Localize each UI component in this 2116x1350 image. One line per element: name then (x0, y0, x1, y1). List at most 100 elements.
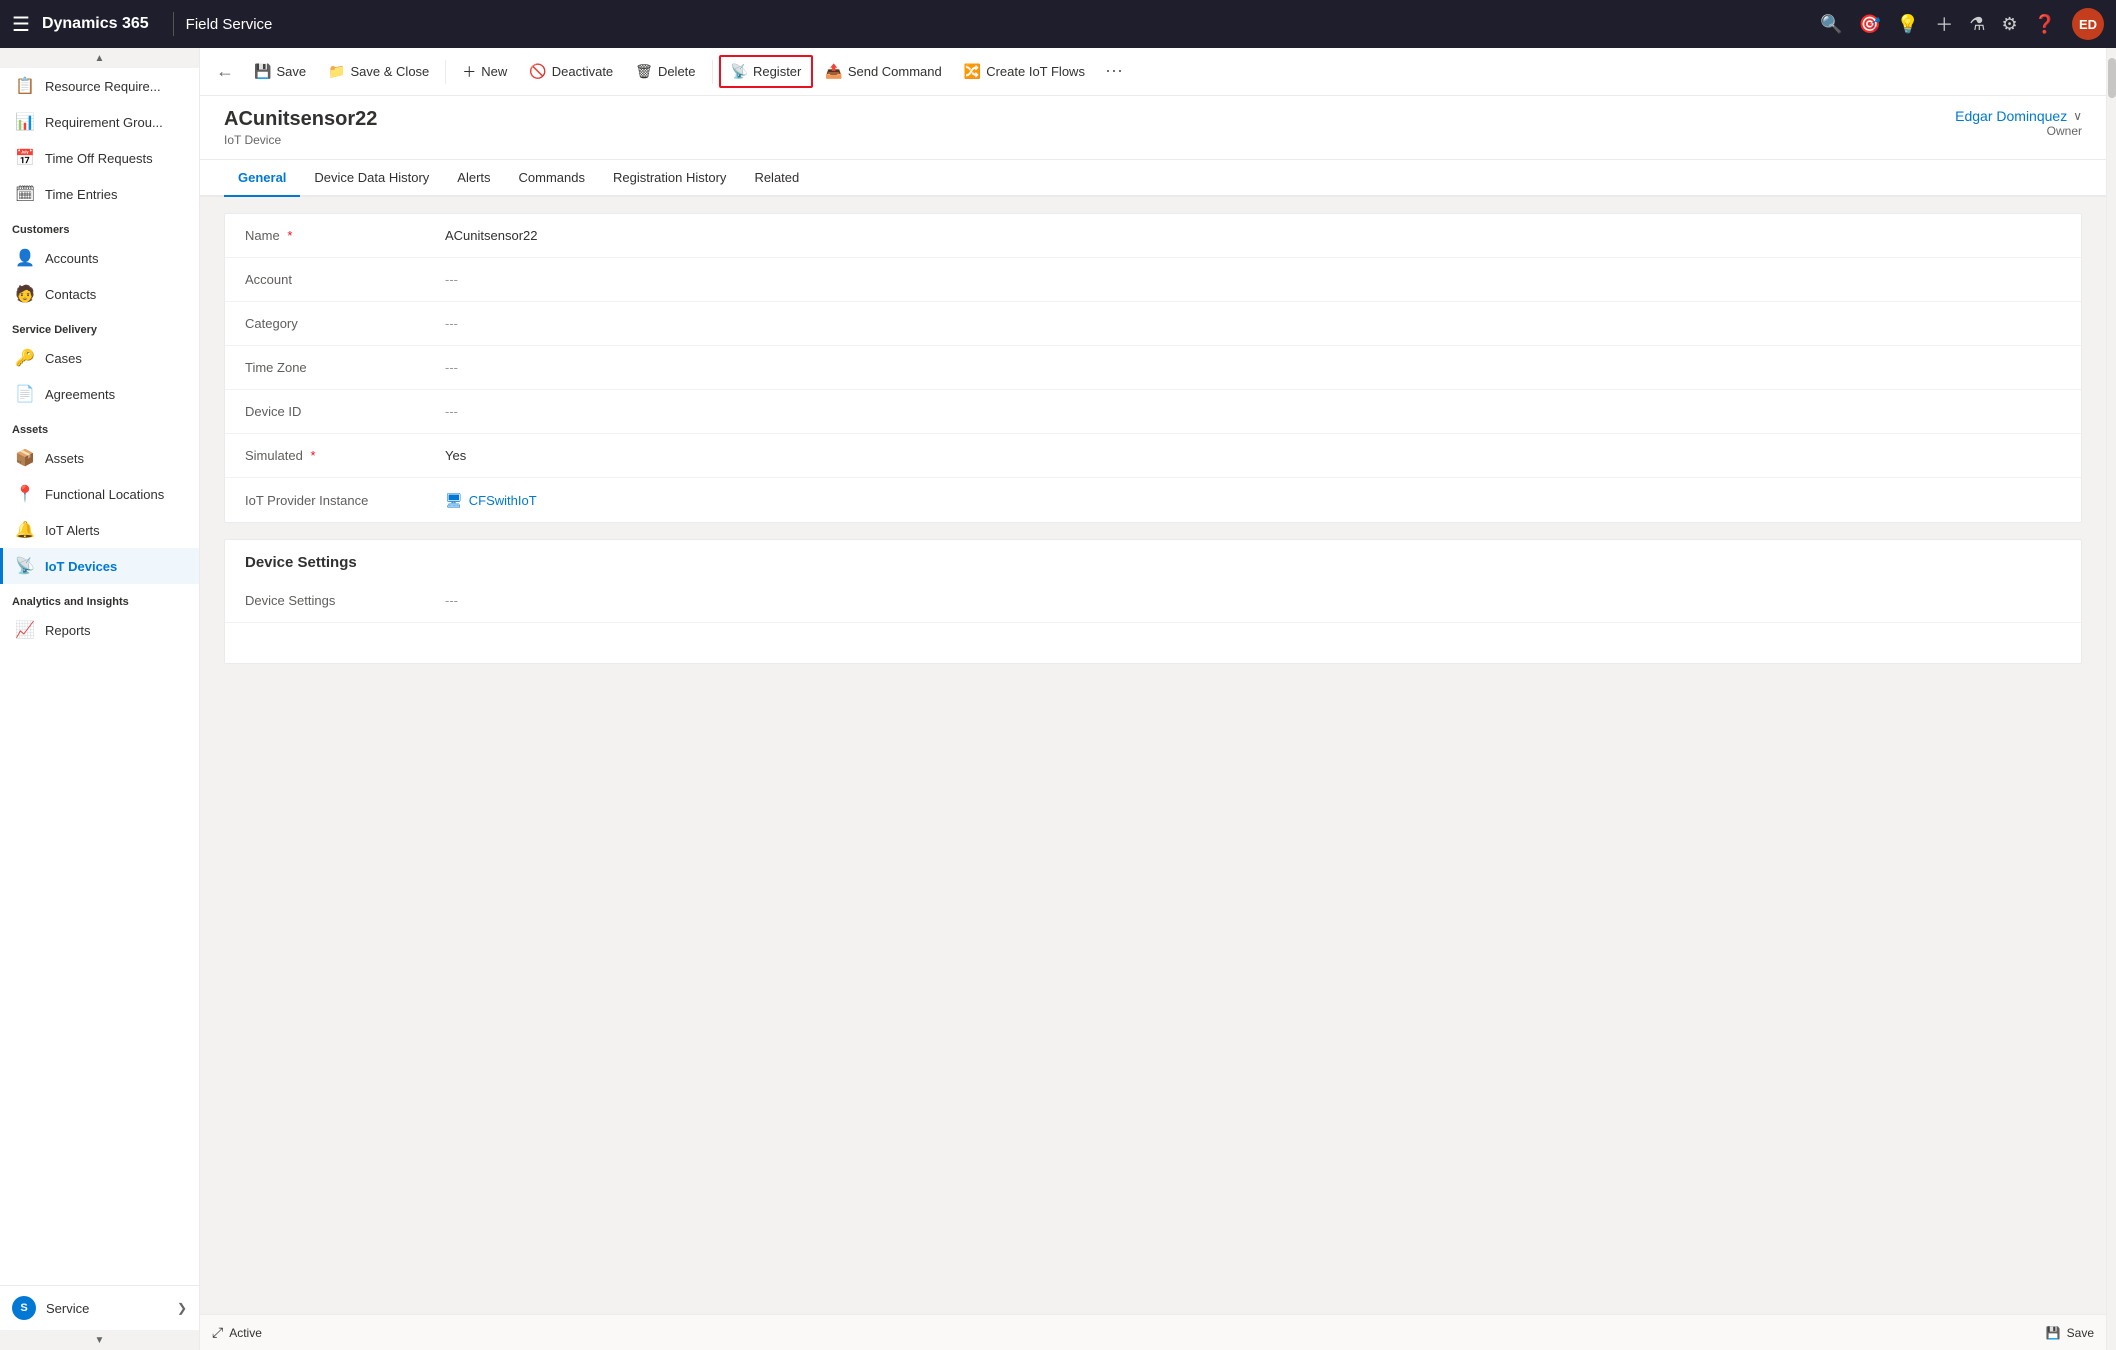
time-off-icon: 📅 (15, 148, 35, 168)
send-command-icon: 📤 (825, 63, 842, 80)
user-avatar[interactable]: ED (2072, 8, 2104, 40)
device-settings-spacer (225, 623, 2081, 663)
create-iot-flows-button[interactable]: 🔀 Create IoT Flows (954, 57, 1095, 86)
required-indicator-simulated: * (310, 448, 315, 463)
tab-general[interactable]: General (224, 160, 300, 197)
new-button[interactable]: ＋ New (452, 56, 517, 88)
sidebar-item-label: IoT Devices (45, 559, 117, 574)
label-simulated: Simulated * (245, 448, 445, 463)
label-category: Category (245, 316, 445, 331)
form-row-name: Name * ACunitsensor22 (225, 214, 2081, 258)
owner-name[interactable]: Edgar Dominquez (1955, 108, 2067, 124)
form-row-iot-provider: IoT Provider Instance 🖥 CFSwithIoT (225, 478, 2081, 522)
tab-alerts[interactable]: Alerts (443, 160, 504, 197)
sidebar-item-assets[interactable]: 📦 Assets (0, 440, 199, 476)
sidebar-item-label: Time Off Requests (45, 151, 153, 166)
deactivate-button[interactable]: 🚫 Deactivate (519, 57, 623, 86)
iot-flows-icon: 🔀 (964, 63, 981, 80)
search-icon[interactable]: 🔍 (1820, 14, 1842, 35)
settings-icon[interactable]: ⚙ (2001, 14, 2017, 35)
iot-devices-icon: 📡 (15, 556, 35, 576)
target-icon[interactable]: 🎯 (1858, 14, 1880, 35)
hamburger-menu-icon[interactable]: ☰ (12, 12, 30, 37)
required-indicator-name: * (287, 228, 292, 243)
sidebar-item-label: Resource Require... (45, 79, 161, 94)
sidebar-scroll-up[interactable]: ▲ (0, 48, 199, 68)
status-bar: ⤢ Active 💾 Save (200, 1314, 2106, 1350)
save-close-button[interactable]: 📁 Save & Close (318, 57, 439, 86)
status-text: Active (229, 1326, 262, 1340)
tab-commands[interactable]: Commands (505, 160, 599, 197)
sidebar-item-requirement-group[interactable]: 📊 Requirement Grou... (0, 104, 199, 140)
value-device-settings[interactable]: --- (445, 593, 2061, 608)
sidebar-item-time-entries[interactable]: 🗓 Time Entries (0, 176, 199, 212)
sidebar-item-label: Reports (45, 623, 91, 638)
sidebar-item-agreements[interactable]: 📄 Agreements (0, 376, 199, 412)
form-row-device-id: Device ID --- (225, 390, 2081, 434)
value-account[interactable]: --- (445, 272, 2061, 287)
record-header: ACunitsensor22 IoT Device Edgar Dominque… (200, 96, 2106, 160)
sidebar-item-iot-devices[interactable]: 📡 IoT Devices (0, 548, 199, 584)
status-expand-icon[interactable]: ⤢ (212, 1324, 223, 1341)
top-navigation: ☰ Dynamics 365 Field Service 🔍 🎯 💡 ＋ ⚗ ⚙… (0, 0, 2116, 48)
back-button[interactable]: ← (208, 55, 242, 88)
value-category[interactable]: --- (445, 316, 2061, 331)
sidebar-item-time-off-requests[interactable]: 📅 Time Off Requests (0, 140, 199, 176)
functional-locations-icon: 📍 (15, 484, 35, 504)
label-account: Account (245, 272, 445, 287)
device-settings-title: Device Settings (225, 540, 2081, 579)
sidebar-scroll-down[interactable]: ▼ (0, 1330, 199, 1350)
requirement-group-icon: 📊 (15, 112, 35, 132)
sidebar-section-assets: 📦 Assets 📍 Functional Locations 🔔 IoT Al… (0, 440, 199, 584)
nav-icons: 🔍 🎯 💡 ＋ ⚗ ⚙ ❓ ED (1820, 8, 2104, 40)
sidebar-item-iot-alerts[interactable]: 🔔 IoT Alerts (0, 512, 199, 548)
save-button[interactable]: 💾 Save (244, 57, 316, 86)
sidebar-item-label: Contacts (45, 287, 96, 302)
status-save-label: Save (2067, 1326, 2094, 1340)
tab-device-data-history[interactable]: Device Data History (300, 160, 443, 197)
value-timezone[interactable]: --- (445, 360, 2061, 375)
add-icon[interactable]: ＋ (1935, 11, 1953, 37)
value-iot-provider[interactable]: 🖥 CFSwithIoT (445, 492, 2061, 509)
delete-button[interactable]: 🗑 Delete (625, 57, 705, 86)
lightbulb-icon[interactable]: 💡 (1897, 14, 1919, 35)
new-icon: ＋ (462, 62, 476, 82)
service-chevron-icon: ❯ (177, 1301, 187, 1315)
status-save-button[interactable]: 💾 Save (2046, 1326, 2094, 1340)
sidebar-item-accounts[interactable]: 👤 Accounts (0, 240, 199, 276)
owner-label: Owner (1955, 124, 2082, 138)
sidebar-section-scheduling: 📋 Resource Require... 📊 Requirement Grou… (0, 68, 199, 212)
record-subtitle: IoT Device (224, 133, 377, 147)
sidebar-item-reports[interactable]: 📈 Reports (0, 612, 199, 648)
register-button[interactable]: 📡 Register (719, 55, 814, 88)
sidebar-item-service[interactable]: S Service ❯ (0, 1285, 199, 1330)
agreements-icon: 📄 (15, 384, 35, 404)
value-name[interactable]: ACunitsensor22 (445, 228, 2061, 243)
tabs-bar: General Device Data History Alerts Comma… (200, 160, 2106, 197)
sidebar-item-label: Accounts (45, 251, 98, 266)
sidebar-item-contacts[interactable]: 🧑 Contacts (0, 276, 199, 312)
owner-chevron-icon[interactable]: ∨ (2073, 109, 2082, 123)
iot-alerts-icon: 🔔 (15, 520, 35, 540)
save-icon: 💾 (254, 63, 271, 80)
sidebar-item-functional-locations[interactable]: 📍 Functional Locations (0, 476, 199, 512)
record-info: ACunitsensor22 IoT Device (224, 108, 377, 147)
value-simulated[interactable]: Yes (445, 448, 2061, 463)
tab-registration-history[interactable]: Registration History (599, 160, 740, 197)
label-iot-provider: IoT Provider Instance (245, 493, 445, 508)
send-command-button[interactable]: 📤 Send Command (815, 57, 951, 86)
more-options-button[interactable]: ⋯ (1097, 55, 1131, 88)
iot-provider-link-icon: 🖥 (445, 492, 463, 509)
toolbar-sep-2 (712, 60, 713, 84)
service-avatar: S (12, 1296, 36, 1320)
sidebar-item-cases[interactable]: 🔑 Cases (0, 340, 199, 376)
sidebar-item-resource-req[interactable]: 📋 Resource Require... (0, 68, 199, 104)
scroll-thumb[interactable] (2108, 58, 2116, 98)
tab-related[interactable]: Related (740, 160, 813, 197)
content-area: ← 💾 Save 📁 Save & Close ＋ New 🚫 Deactiva… (200, 48, 2106, 1350)
help-icon[interactable]: ❓ (2034, 14, 2056, 35)
record-title: ACunitsensor22 (224, 108, 377, 131)
filter-icon[interactable]: ⚗ (1969, 14, 1985, 35)
form-row-timezone: Time Zone --- (225, 346, 2081, 390)
value-device-id[interactable]: --- (445, 404, 2061, 419)
